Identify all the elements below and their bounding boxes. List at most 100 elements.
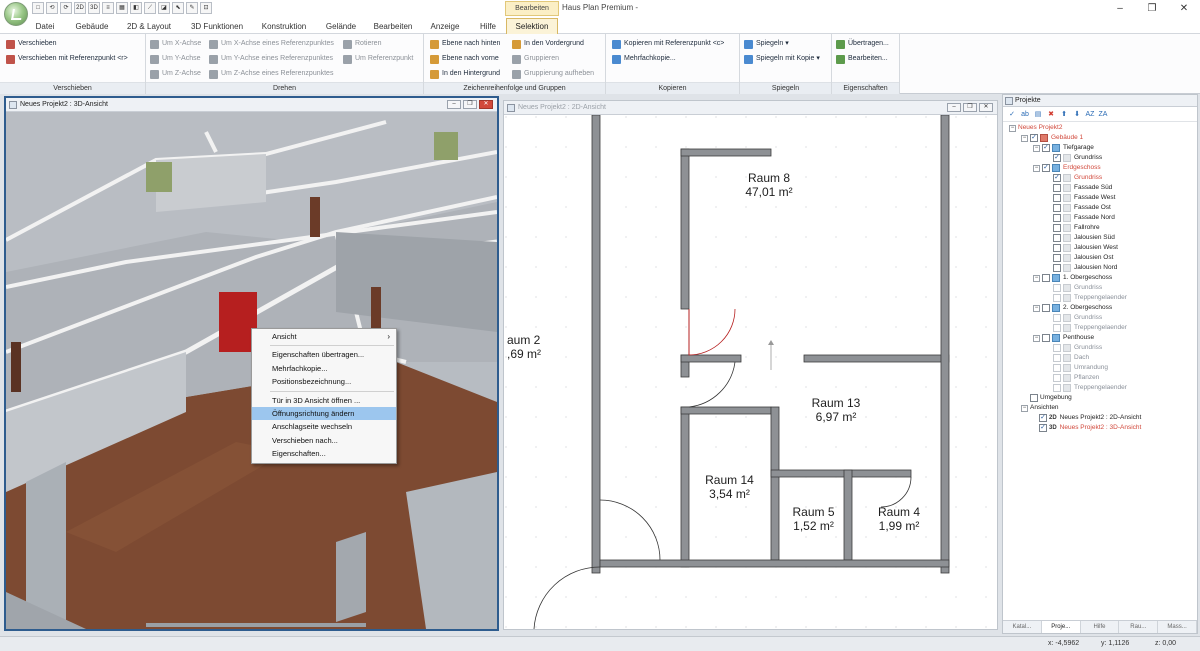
checkbox[interactable]	[1053, 374, 1061, 382]
collapse-icon[interactable]: −	[1033, 144, 1040, 152]
tree-item-tiefgarage[interactable]: − ✓ Tiefgarage	[1033, 143, 1094, 153]
checkbox[interactable]: ✓	[1039, 414, 1047, 422]
tree-item-og2[interactable]: − 2. Obergeschoss	[1033, 303, 1112, 313]
checkbox[interactable]	[1053, 324, 1061, 332]
ebene-nach-hinten-button[interactable]: Ebene nach hinten	[430, 38, 500, 50]
verschieben-referenzpunkt-button[interactable]: Verschieben mit Referenzpunkt <r>	[6, 53, 128, 65]
tab-gelaende[interactable]: Gelände	[322, 20, 360, 34]
tree-item-ansichten[interactable]: − Ansichten	[1021, 403, 1059, 413]
checkbox[interactable]	[1053, 194, 1061, 202]
checkbox[interactable]	[1042, 274, 1050, 282]
tab-bearbeiten[interactable]: Bearbeiten	[370, 20, 416, 34]
checkbox[interactable]	[1053, 294, 1061, 302]
collapse-icon[interactable]: −	[1033, 164, 1040, 172]
um-y-achse-button[interactable]: Um Y-Achse	[150, 53, 201, 65]
collapse-icon[interactable]: −	[1021, 134, 1028, 142]
ctx-eigenschaften-uebertragen[interactable]: Eigenschaften übertragen...	[252, 348, 396, 361]
checkbox[interactable]	[1053, 344, 1061, 352]
checkbox[interactable]: ✓	[1042, 144, 1050, 152]
checkbox[interactable]	[1030, 394, 1038, 402]
spiegeln-button[interactable]: Spiegeln ▾	[744, 38, 789, 50]
checkbox[interactable]	[1042, 334, 1050, 342]
gruppieren-button[interactable]: Gruppieren	[512, 53, 559, 65]
in-den-hintergrund-button[interactable]: In den Hintergrund	[430, 68, 500, 80]
ctx-mehrfachkopie[interactable]: Mehrfachkopie...	[252, 362, 396, 375]
tree-item-ph-grundriss[interactable]: Grundriss	[1053, 343, 1102, 353]
check-icon[interactable]: ✓	[1007, 110, 1017, 120]
room-raum13[interactable]: Raum 13 6,97 m²	[796, 396, 876, 424]
tab-anzeige[interactable]: Anzeige	[424, 20, 466, 34]
tree-item-penthouse[interactable]: − Penthouse	[1033, 333, 1094, 343]
tab-3d-funktionen[interactable]: 3D Funktionen	[186, 20, 248, 34]
ctx-anschlagseite-wechseln[interactable]: Anschlagseite wechseln	[252, 420, 396, 433]
checkbox[interactable]	[1053, 184, 1061, 192]
ctx-ansicht[interactable]: Ansicht ›	[252, 330, 396, 343]
ctx-oeffnungsrichtung-aendern[interactable]: Öffnungsrichtung ändern	[252, 406, 396, 421]
tree-item-og2-grundriss[interactable]: Grundriss	[1053, 313, 1102, 323]
minimize-button[interactable]: –	[1104, 0, 1136, 18]
rename-icon[interactable]: ab	[1020, 110, 1030, 120]
view-3d-window[interactable]: Neues Projekt2 : 3D-Ansicht – ❐ ✕ Ansich…	[4, 96, 499, 631]
tab-konstruktion[interactable]: Konstruktion	[256, 20, 312, 34]
spiegeln-mit-kopie-button[interactable]: Spiegeln mit Kopie ▾	[744, 53, 820, 65]
um-referenzpunkt-button[interactable]: Um Referenzpunkt	[343, 53, 413, 65]
view-3d-minimize-button[interactable]: –	[447, 100, 461, 109]
sort-za-icon[interactable]: ZA	[1098, 110, 1108, 120]
ctx-positionsbezeichnung[interactable]: Positionsbezeichnung...	[252, 375, 396, 388]
tab-katalog[interactable]: Katal...	[1003, 621, 1042, 633]
tree-item-tg-grundriss[interactable]: ✓ Grundriss	[1053, 153, 1102, 163]
collapse-icon[interactable]: −	[1009, 124, 1016, 132]
gruppierung-aufheben-button[interactable]: Gruppierung aufheben	[512, 68, 594, 80]
ctx-eigenschaften[interactable]: Eigenschaften...	[252, 447, 396, 460]
tree-item-og1-grundriss[interactable]: Grundriss	[1053, 283, 1102, 293]
app-menu-button[interactable]	[4, 2, 28, 26]
room-raum8[interactable]: Raum 8 47,01 m²	[729, 171, 809, 199]
room-raum4[interactable]: Raum 4 1,99 m²	[859, 505, 939, 533]
tab-projekte[interactable]: Proje...	[1041, 621, 1081, 633]
tree-item-fassade-sued[interactable]: Fassade Süd	[1053, 183, 1112, 193]
room-raum5[interactable]: Raum 5 1,52 m²	[781, 505, 846, 533]
checkbox[interactable]	[1053, 354, 1061, 362]
close-button[interactable]: ✕	[1168, 0, 1200, 18]
collapse-icon[interactable]: −	[1021, 404, 1028, 412]
bearbeiten-button[interactable]: Bearbeiten...	[836, 53, 888, 65]
tree-item-og2-treppe[interactable]: Treppengelaender	[1053, 323, 1127, 333]
delete-icon[interactable]: ✖	[1046, 110, 1056, 120]
in-den-vordergrund-button[interactable]: In den Vordergrund	[512, 38, 584, 50]
tree-item-fallrohre[interactable]: Fallrohre	[1053, 223, 1100, 233]
checkbox[interactable]	[1053, 264, 1061, 272]
tab-gebaeude[interactable]: Gebäude	[70, 20, 114, 34]
collapse-icon[interactable]: −	[1033, 274, 1040, 282]
tab-raeume[interactable]: Rau...	[1119, 621, 1159, 633]
um-z-achse-ref-button[interactable]: Um Z-Achse eines Referenzpunktes	[209, 68, 333, 80]
tree-item-og1-treppe[interactable]: Treppengelaender	[1053, 293, 1127, 303]
view-2d-close-button[interactable]: ✕	[979, 103, 993, 112]
ctx-verschieben-nach[interactable]: Verschieben nach...	[252, 434, 396, 447]
um-x-achse-button[interactable]: Um X-Achse	[150, 38, 201, 50]
tree-item-fassade-nord[interactable]: Fassade Nord	[1053, 213, 1115, 223]
view-3d-maximize-button[interactable]: ❐	[463, 100, 477, 109]
checkbox[interactable]	[1053, 364, 1061, 372]
checkbox[interactable]	[1053, 314, 1061, 322]
tree-item-ph-umrandung[interactable]: Umrandung	[1053, 363, 1108, 373]
maximize-button[interactable]: ❐	[1136, 0, 1168, 18]
checkbox[interactable]	[1053, 384, 1061, 392]
room-raum14[interactable]: Raum 14 3,54 m²	[692, 473, 767, 501]
checkbox[interactable]: ✓	[1030, 134, 1038, 142]
tab-selektion[interactable]: Selektion	[506, 18, 558, 34]
view-2d-maximize-button[interactable]: ❐	[963, 103, 977, 112]
checkbox[interactable]	[1053, 244, 1061, 252]
move-up-icon[interactable]: ⬆	[1059, 110, 1069, 120]
view-3d-close-button[interactable]: ✕	[479, 100, 493, 109]
room-raum2[interactable]: aum 2 ,69 m²	[507, 333, 557, 361]
tree-item-project[interactable]: − Neues Projekt2	[1009, 123, 1062, 133]
tab-hilfe[interactable]: Hilfe	[474, 20, 502, 34]
checkbox[interactable]	[1042, 304, 1050, 312]
tree-item-view-3d[interactable]: ✓ 3D Neues Projekt2 : 3D-Ansicht	[1039, 423, 1141, 433]
um-z-achse-button[interactable]: Um Z-Achse	[150, 68, 201, 80]
tree-item-ph-pflanzen[interactable]: Pflanzen	[1053, 373, 1099, 383]
mehrfachkopie-button[interactable]: Mehrfachkopie...	[612, 53, 676, 65]
view-2d-minimize-button[interactable]: –	[947, 103, 961, 112]
checkbox[interactable]	[1053, 284, 1061, 292]
tree-item-jalousien-ost[interactable]: Jalousien Ost	[1053, 253, 1113, 263]
